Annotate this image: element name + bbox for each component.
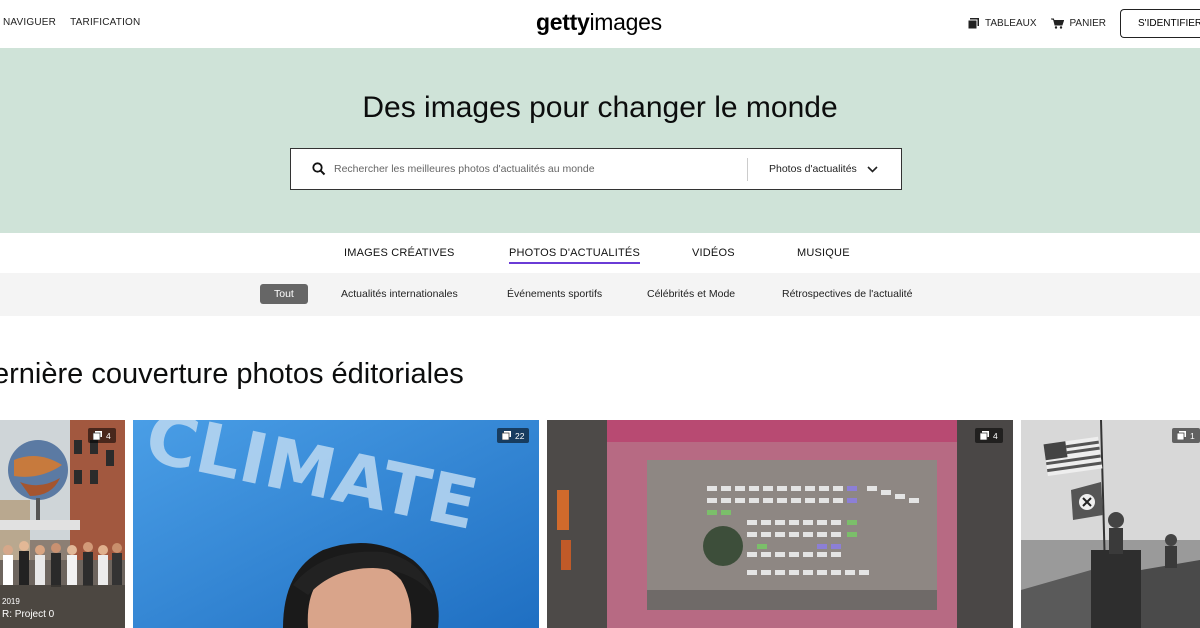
tile-3-image bbox=[547, 420, 1013, 628]
image-count-badge: 1 bbox=[1172, 428, 1200, 443]
filter-sports[interactable]: Événements sportifs bbox=[507, 284, 602, 304]
search-type-dropdown[interactable]: Photos d'actualités bbox=[769, 163, 878, 175]
filter-world-news[interactable]: Actualités internationales bbox=[341, 284, 458, 304]
gettyimages-logo[interactable]: gettyimages bbox=[536, 9, 662, 36]
section-title: ernière couverture photos éditoriales bbox=[0, 358, 464, 390]
gallery-tile-4[interactable]: 1 bbox=[1021, 420, 1200, 628]
tile-4-image bbox=[1021, 420, 1200, 628]
gallery-icon bbox=[93, 431, 102, 440]
cart-icon bbox=[1050, 18, 1064, 29]
tile-caption-date: 2019 bbox=[2, 597, 20, 606]
tab-creative-images[interactable]: IMAGES CRÉATIVES bbox=[344, 247, 455, 259]
boards-label: TABLEAUX bbox=[985, 18, 1037, 29]
tab-music[interactable]: MUSIQUE bbox=[797, 247, 850, 259]
image-count: 4 bbox=[106, 430, 111, 441]
tile-2-image: CLIMATE bbox=[133, 420, 539, 628]
account-nav: TABLEAUX PANIER S'IDENTIFIER bbox=[968, 9, 1200, 38]
tab-news-photos[interactable]: PHOTOS D'ACTUALITÉS bbox=[509, 247, 640, 264]
gallery-icon bbox=[1177, 431, 1186, 440]
filter-bar: Tout Actualités internationales Événemen… bbox=[0, 273, 1200, 316]
gallery-tile-2[interactable]: CLIMATE 22 bbox=[133, 420, 539, 628]
hero-banner: Des images pour changer le monde Photos … bbox=[0, 48, 1200, 233]
search-input[interactable] bbox=[334, 160, 734, 178]
image-count-badge: 22 bbox=[497, 428, 530, 443]
filter-celebrity-fashion[interactable]: Célébrités et Mode bbox=[647, 284, 735, 304]
primary-nav: NAVIGUER TARIFICATION bbox=[3, 17, 140, 28]
filter-all[interactable]: Tout bbox=[260, 284, 308, 304]
top-header: NAVIGUER TARIFICATION gettyimages TABLEA… bbox=[0, 0, 1200, 48]
image-count: 4 bbox=[993, 430, 998, 441]
gallery-icon bbox=[980, 431, 989, 440]
gallery-tile-3[interactable]: 4 bbox=[547, 420, 1013, 628]
category-tabs: IMAGES CRÉATIVES PHOTOS D'ACTUALITÉS VID… bbox=[0, 233, 1200, 273]
boards-link[interactable]: TABLEAUX bbox=[968, 18, 1037, 29]
nav-pricing-link[interactable]: TARIFICATION bbox=[70, 17, 140, 28]
nav-browse-link[interactable]: NAVIGUER bbox=[3, 17, 56, 28]
search-divider bbox=[747, 158, 748, 181]
search-icon[interactable] bbox=[312, 162, 326, 176]
dropdown-value: Photos d'actualités bbox=[769, 163, 857, 175]
cart-link[interactable]: PANIER bbox=[1050, 18, 1107, 29]
gallery-tile-1[interactable]: 4 2019 R: Project 0 bbox=[0, 420, 125, 628]
tab-videos[interactable]: VIDÉOS bbox=[692, 247, 735, 259]
chevron-down-icon bbox=[867, 165, 878, 173]
image-count-badge: 4 bbox=[975, 428, 1003, 443]
image-count: 22 bbox=[515, 430, 525, 441]
search-bar: Photos d'actualités bbox=[290, 148, 902, 190]
filter-year-in-review[interactable]: Rétrospectives de l'actualité bbox=[782, 284, 912, 304]
image-count: 1 bbox=[1190, 430, 1195, 441]
gallery-icon bbox=[502, 431, 511, 440]
boards-icon bbox=[968, 18, 979, 29]
tile-caption-title: R: Project 0 bbox=[2, 609, 55, 620]
cart-label: PANIER bbox=[1069, 18, 1107, 29]
hero-title: Des images pour changer le monde bbox=[362, 91, 838, 124]
signin-button[interactable]: S'IDENTIFIER bbox=[1120, 9, 1200, 38]
image-count-badge: 4 bbox=[88, 428, 116, 443]
